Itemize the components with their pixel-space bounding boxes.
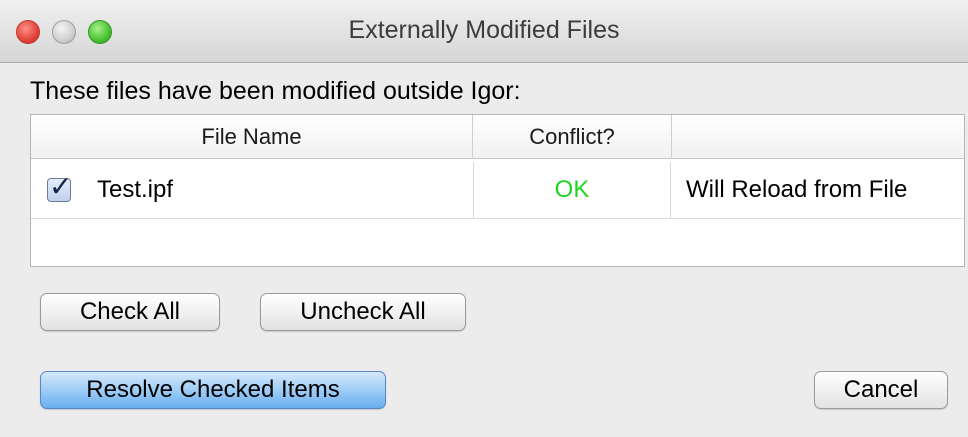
table-header: File Name Conflict?: [31, 115, 964, 159]
conflict-status-cell: OK: [473, 162, 671, 218]
cancel-button[interactable]: Cancel: [814, 371, 948, 409]
dialog-prompt: These files have been modified outside I…: [30, 77, 521, 105]
column-header-action[interactable]: [672, 115, 964, 158]
files-table: File Name Conflict? ✓ Test.ipf OK Will R…: [30, 114, 965, 267]
table-row[interactable]: ✓ Test.ipf OK Will Reload from File: [31, 162, 964, 219]
resolve-checked-items-button[interactable]: Resolve Checked Items: [40, 371, 386, 409]
window-title: Externally Modified Files: [348, 16, 620, 44]
file-name-cell: Test.ipf: [97, 176, 174, 203]
checkmark-icon: ✓: [49, 170, 73, 203]
uncheck-all-button[interactable]: Uncheck All: [260, 293, 466, 331]
column-header-conflict[interactable]: Conflict?: [473, 115, 672, 158]
action-cell: Will Reload from File: [686, 176, 908, 203]
column-header-file-name[interactable]: File Name: [31, 115, 473, 158]
dialog-window: Externally Modified Files These files ha…: [0, 0, 968, 437]
title-bar[interactable]: Externally Modified Files: [0, 0, 968, 63]
row-checkbox[interactable]: ✓: [47, 173, 72, 202]
check-all-button[interactable]: Check All: [40, 293, 220, 331]
